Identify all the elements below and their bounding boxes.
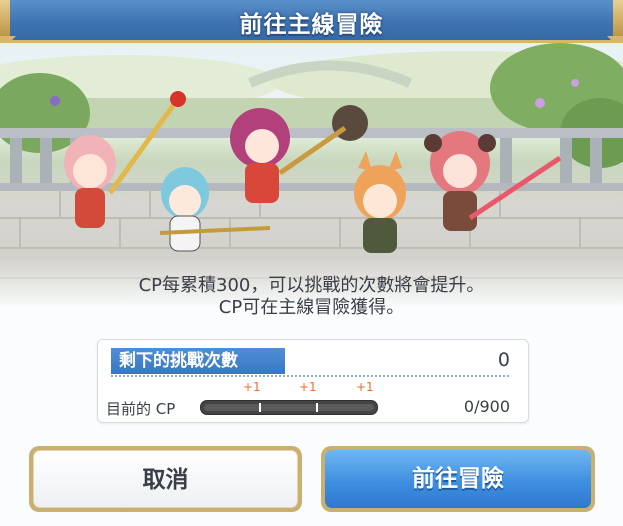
dialog-title: 前往主線冒險 <box>239 12 384 38</box>
status-panel: 剩下的挑戰次數 0 +1 +1 +1 目前的 CP 0/900 <box>97 339 529 423</box>
current-cp-label: 目前的 CP <box>106 400 176 418</box>
cancel-button-label: 取消 <box>33 450 298 508</box>
character-illustration <box>0 43 623 308</box>
increment-label: +1 <box>243 380 261 394</box>
cancel-button[interactable]: 取消 <box>29 446 302 512</box>
cp-progress-marker <box>259 403 261 412</box>
dialog: 前往主線冒險 CP每累積300，可以挑戰的次數將會提升。 CP可在主線冒險獲得。… <box>0 0 623 526</box>
go-adventure-button[interactable]: 前往冒險 <box>321 446 595 512</box>
info-message-line-2: CP可在主線冒險獲得。 <box>218 297 405 318</box>
increment-label: +1 <box>299 380 317 394</box>
cp-progress-track <box>204 404 374 411</box>
remaining-attempts-label: 剩下的挑戰次數 <box>111 348 285 374</box>
title-bar: 前往主線冒險 <box>0 0 623 43</box>
character-5 <box>424 131 562 231</box>
cp-progress-marker <box>316 403 318 412</box>
go-adventure-button-label: 前往冒險 <box>325 450 591 508</box>
increment-label: +1 <box>356 380 374 394</box>
cp-progress-bar <box>200 400 378 415</box>
info-message-line-1: CP每累積300，可以挑戰的次數將會提升。 <box>138 275 485 296</box>
remaining-attempts-value: 0 <box>497 349 510 371</box>
divider <box>111 375 509 377</box>
character-4 <box>354 151 406 253</box>
info-message: CP每累積300，可以挑戰的次數將會提升。 CP可在主線冒險獲得。 <box>0 275 623 319</box>
current-cp-value: 0/900 <box>463 397 510 416</box>
